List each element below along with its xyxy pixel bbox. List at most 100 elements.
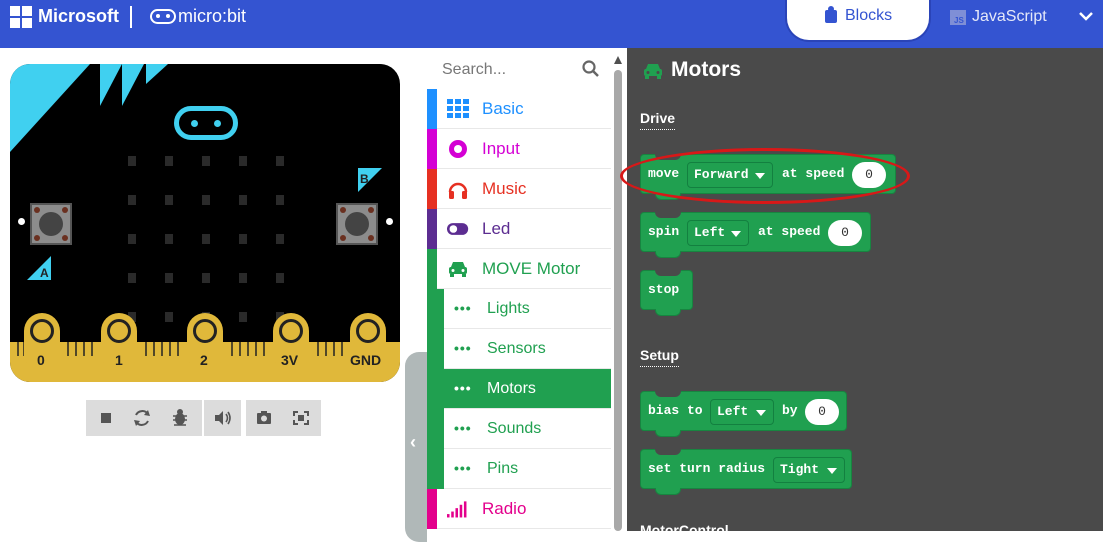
subcategory-motors[interactable]: ••• Motors — [427, 369, 611, 409]
pin-label-0: 0 — [37, 352, 45, 368]
dropdown-value: Left — [717, 404, 749, 419]
led-matrix — [128, 156, 284, 322]
subcategory-label: Sensors — [487, 340, 546, 357]
led — [239, 273, 247, 283]
stop-icon[interactable] — [90, 400, 122, 436]
bias-amount-input[interactable]: 0 — [805, 399, 839, 425]
led — [165, 234, 173, 244]
subcategory-pins[interactable]: ••• Pins — [427, 449, 611, 489]
led — [165, 156, 173, 166]
number-value: 0 — [841, 225, 849, 240]
subcategory-sensors[interactable]: ••• Sensors — [427, 329, 611, 369]
section-setup: Setup — [640, 347, 679, 367]
spin-direction-dropdown[interactable]: Left — [687, 220, 749, 246]
scroll-thumb[interactable] — [614, 70, 622, 531]
section-motor-control: MotorControl — [640, 522, 729, 531]
target-icon — [449, 140, 467, 158]
collapse-simulator-button[interactable]: ‹ — [405, 352, 427, 542]
category-led[interactable]: Led — [427, 209, 611, 249]
block-turn-radius[interactable]: set turn radius Tight — [640, 449, 852, 495]
fullscreen-icon[interactable] — [285, 400, 317, 436]
category-radio[interactable]: Radio — [427, 489, 611, 529]
dots-icon: ••• — [454, 460, 472, 476]
category-input[interactable]: Input — [427, 129, 611, 169]
block-stop[interactable]: stop — [640, 270, 693, 316]
car-icon — [449, 262, 467, 277]
microbit-logo-touch[interactable] — [174, 106, 238, 140]
block-text: at speed — [758, 224, 821, 239]
search-input[interactable] — [442, 59, 572, 81]
chevron-down-icon[interactable] — [1076, 6, 1096, 26]
microbit-simulator: A B 0 1 2 3V GND — [10, 64, 400, 382]
led — [165, 195, 173, 205]
toggle-icon — [447, 223, 469, 235]
screenshot-icon[interactable] — [248, 400, 280, 436]
dots-icon: ••• — [454, 340, 472, 356]
button-b-label: B — [358, 168, 382, 192]
led — [239, 312, 247, 322]
simulator-toolbar — [86, 400, 321, 436]
subcategory-label: Lights — [487, 300, 530, 317]
spin-speed-input[interactable]: 0 — [828, 220, 862, 246]
dropdown-value: Left — [694, 225, 726, 240]
scroll-up-icon[interactable] — [614, 56, 622, 64]
led — [276, 273, 284, 283]
bias-direction-dropdown[interactable]: Left — [710, 399, 774, 425]
left-edge-dot — [18, 218, 25, 225]
tab-blocks-label: Blocks — [845, 7, 893, 24]
category-music[interactable]: Music — [427, 169, 611, 209]
puzzle-icon — [825, 6, 837, 23]
debug-icon[interactable] — [164, 400, 196, 436]
block-spin[interactable]: spin Left at speed 0 — [640, 212, 871, 258]
led — [128, 156, 136, 166]
led — [276, 156, 284, 166]
led — [128, 234, 136, 244]
button-b-letter: B — [360, 172, 369, 186]
signal-bars-icon — [447, 501, 467, 518]
dropdown-value: Tight — [780, 462, 820, 477]
led — [128, 195, 136, 205]
microbit-logo-icon — [150, 9, 176, 24]
category-label: Radio — [482, 499, 527, 518]
microsoft-logo-icon — [10, 6, 32, 28]
car-icon — [644, 64, 662, 79]
subcategory-label: Pins — [487, 460, 519, 477]
toolbox-search — [442, 59, 602, 81]
led — [202, 234, 210, 244]
led — [276, 234, 284, 244]
tab-javascript[interactable]: JS JavaScript — [948, 6, 1058, 30]
led — [202, 273, 210, 283]
dots-icon: ••• — [454, 420, 472, 436]
turn-radius-dropdown[interactable]: Tight — [773, 457, 845, 483]
button-a-letter: A — [40, 266, 49, 280]
block-text: spin — [648, 224, 680, 239]
js-file-icon: JS — [950, 10, 966, 25]
block-text: bias to — [648, 403, 703, 418]
search-icon[interactable] — [582, 60, 600, 78]
restart-icon[interactable] — [126, 400, 158, 436]
led — [165, 273, 173, 283]
tab-blocks[interactable]: Blocks — [787, 0, 929, 40]
microbit-brand[interactable]: micro:bit — [178, 6, 246, 27]
category-move-motor[interactable]: MOVE Motor — [427, 249, 611, 289]
category-label: Input — [482, 139, 520, 158]
subcategory-lights[interactable]: ••• Lights — [427, 289, 611, 329]
dropdown-arrow-icon — [756, 410, 766, 416]
pin-label-2: 2 — [200, 352, 208, 368]
led — [239, 195, 247, 205]
block-text: by — [782, 403, 798, 418]
button-a[interactable] — [30, 203, 72, 245]
block-text: stop — [648, 282, 680, 297]
category-label: Basic — [482, 99, 524, 118]
sound-icon[interactable] — [206, 400, 238, 436]
led — [202, 156, 210, 166]
button-b[interactable] — [336, 203, 378, 245]
category-basic[interactable]: Basic — [427, 89, 611, 129]
toolbox-scrollbar[interactable] — [612, 56, 624, 531]
subcategory-sounds[interactable]: ••• Sounds — [427, 409, 611, 449]
header-divider — [130, 6, 132, 28]
tab-javascript-label: JavaScript — [972, 8, 1047, 25]
chevron-left-icon: ‹ — [410, 432, 416, 452]
highlight-annotation — [620, 148, 910, 204]
block-bias[interactable]: bias to Left by 0 — [640, 391, 847, 437]
